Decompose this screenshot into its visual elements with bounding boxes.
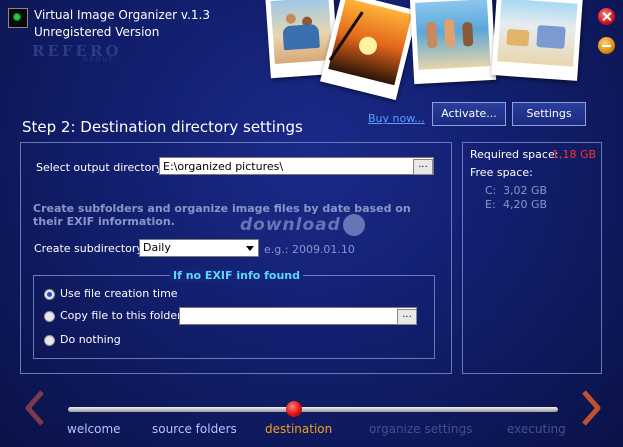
required-space-value: 1,18 GB: [552, 148, 597, 161]
drive-e-name: E:: [485, 198, 496, 211]
minimize-icon[interactable]: [598, 37, 615, 54]
chevron-down-icon[interactable]: [246, 246, 254, 251]
output-directory-browse-button[interactable]: ...: [413, 159, 433, 175]
buy-now-link[interactable]: Buy now...: [368, 112, 425, 125]
subdirectory-select[interactable]: Daily: [139, 239, 259, 257]
subdirectory-label: Create subdirectory:: [34, 242, 146, 255]
settings-button[interactable]: Settings: [512, 102, 586, 126]
required-space-label: Required space:: [470, 148, 559, 161]
brand-logo-sub: GROUP: [83, 56, 115, 63]
header-photo-3: [409, 0, 497, 85]
back-arrow-icon[interactable]: [24, 390, 46, 426]
radio-copy-to-folder[interactable]: [44, 311, 55, 322]
wizard-progress-track: [68, 407, 558, 412]
activate-button[interactable]: Activate...: [432, 102, 506, 126]
app-title: Virtual Image Organizer v.1.3: [34, 8, 210, 22]
drive-c-name: C:: [485, 184, 497, 197]
close-icon[interactable]: [598, 8, 615, 25]
wizard-step-source-folders[interactable]: source folders: [152, 422, 237, 436]
app-window: Virtual Image Organizer v.1.3 Unregister…: [0, 0, 623, 447]
step-title: Step 2: Destination directory settings: [22, 118, 303, 136]
radio-do-nothing-label[interactable]: Do nothing: [60, 333, 121, 346]
subdirectory-selected-value: Daily: [143, 241, 171, 254]
copy-folder-input[interactable]: [179, 307, 417, 325]
subdirectory-example: e.g.: 2009.01.10: [264, 243, 355, 256]
copy-folder-browse-button[interactable]: ...: [397, 309, 417, 325]
drive-e-free: 4,20 GB: [503, 198, 548, 211]
radio-do-nothing[interactable]: [44, 335, 55, 346]
exif-info-text: Create subfolders and organize image fil…: [33, 202, 411, 228]
wizard-step-destination[interactable]: destination: [265, 422, 332, 436]
wizard-progress-knob: [286, 401, 302, 417]
app-subtitle: Unregistered Version: [34, 25, 160, 39]
next-arrow-icon[interactable]: [580, 390, 602, 426]
header-photo-4: [491, 0, 583, 81]
wizard-step-welcome[interactable]: welcome: [67, 422, 121, 436]
radio-copy-to-folder-label[interactable]: Copy file to this folder:: [60, 309, 185, 322]
no-exif-group-title: If no EXIF info found: [170, 269, 304, 282]
output-directory-label: Select output directory:: [36, 161, 166, 174]
output-directory-input[interactable]: E:\organized pictures\: [159, 157, 434, 175]
drive-c-free: 3,02 GB: [503, 184, 548, 197]
wizard-step-organize-settings[interactable]: organize settings: [369, 422, 472, 436]
app-logo-icon: [8, 8, 28, 28]
free-space-label: Free space:: [470, 166, 533, 179]
radio-use-file-creation-time-label[interactable]: Use file creation time: [60, 287, 178, 300]
wizard-step-executing[interactable]: executing: [507, 422, 566, 436]
radio-use-file-creation-time[interactable]: [44, 289, 55, 300]
